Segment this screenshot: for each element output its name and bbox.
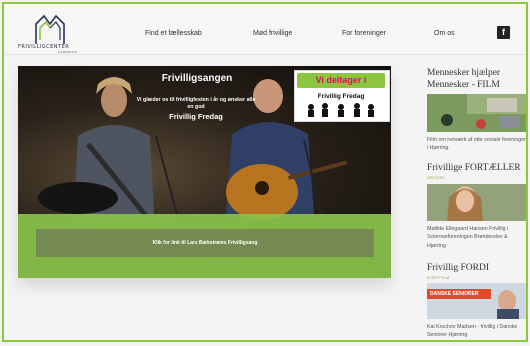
sidebar-item-title-fordi[interactable]: Frivillig FORDI (427, 262, 489, 274)
hero-subtitle: Vi glæder os til frivilligfesten i år og… (136, 97, 256, 110)
banner-text: DANSKE SENIORER (430, 291, 479, 297)
sidebar-item-image-fordi[interactable]: DANSKE SENIORER (427, 283, 526, 319)
logo-subtext: HJØRRING (58, 50, 78, 54)
hero-subtitle-strong: Frivillig Fredag (169, 112, 223, 121)
hero-banner[interactable]: Frivilligsangen Vi glæder os til frivill… (18, 66, 391, 278)
hero-title: Frivilligsangen (161, 73, 233, 84)
sidebar-item-title-film[interactable]: Mennesker hjælper Mennesker - FILM (427, 67, 526, 91)
sidebar-item-image-fortaeller[interactable] (427, 184, 526, 221)
site-header: FRIVILLIGCENTER HJØRRING Find et fælless… (4, 4, 526, 55)
nav-find-faellesskab[interactable]: Find et fællesskab (145, 30, 202, 37)
sidebar-item-text-fordi: Kai Kruchov Madsen - frivillig i Danske … (427, 324, 518, 339)
frivillig-fredag-badge: Vi deltager i Frivillig Fredag (294, 70, 390, 122)
song-link-button[interactable]: Klik for link til Lars Bækstrøms Frivill… (36, 229, 374, 257)
nav-om-os[interactable]: Om os (434, 30, 455, 37)
facebook-icon[interactable]: f (497, 26, 510, 39)
badge-top-text: Vi deltager i (297, 73, 385, 88)
danske-seniorer-photo (427, 283, 526, 319)
portrait-photo (427, 184, 526, 221)
people-silhouettes-icon (308, 103, 374, 117)
page-frame: FRIVILLIGCENTER HJØRRING Find et fælless… (2, 2, 528, 342)
street-photo (427, 94, 526, 132)
sidebar-item-tag-kortfilm: KORTFILM (427, 275, 450, 280)
sidebar-item-tag-artikel: ARTIKEL (427, 175, 446, 180)
sidebar-item-text-film: Film om netværk af otte sociale forening… (427, 137, 526, 152)
nav-moed-frivillige[interactable]: Mød frivillige (253, 30, 292, 37)
sidebar-item-image-film[interactable] (427, 94, 526, 132)
sidebar-item-title-fortaeller[interactable]: Frivillige FORTÆLLER (427, 162, 521, 174)
sidebar-item-text-fortaeller: Matilde Ellegaard Hansen Frivillig i Scl… (427, 226, 509, 249)
badge-bottom-text: Frivillig Fredag (317, 93, 365, 100)
nav-for-foreninger[interactable]: For foreninger (342, 30, 386, 37)
